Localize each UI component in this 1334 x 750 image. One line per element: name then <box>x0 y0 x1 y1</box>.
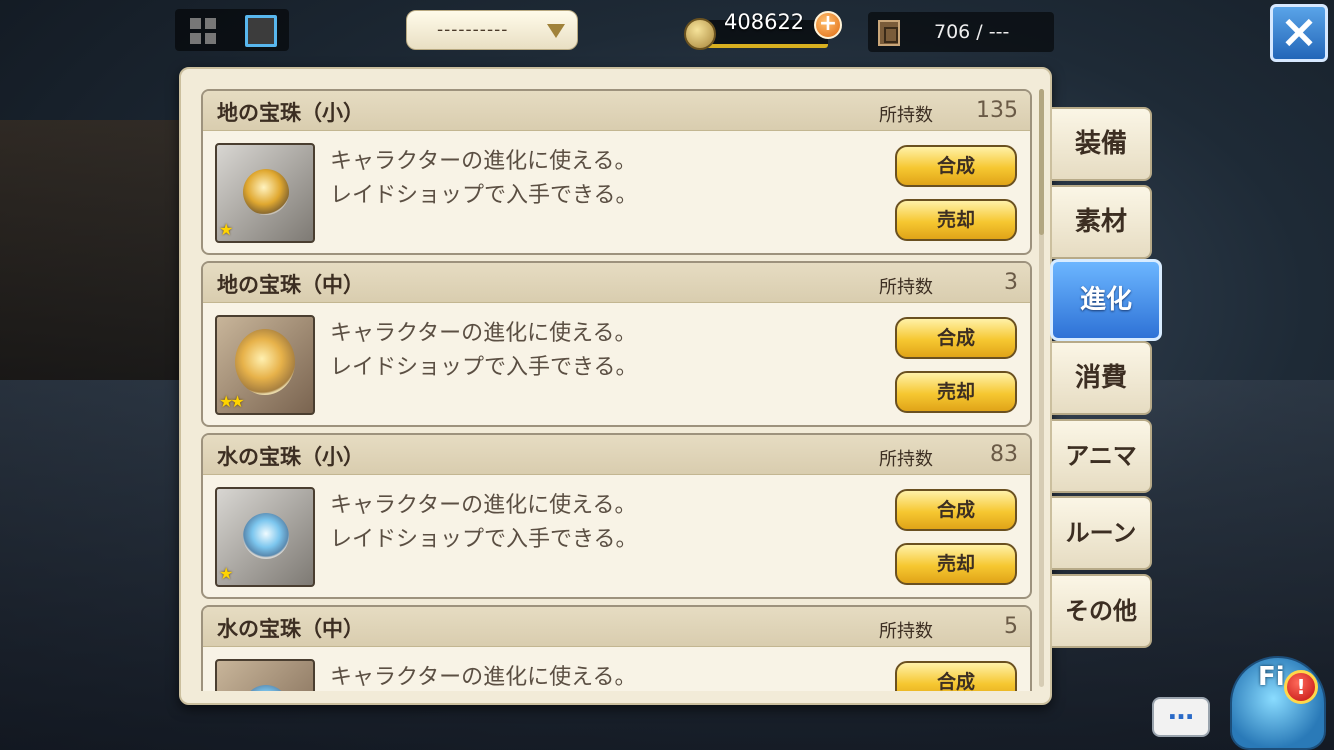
owned-count: 5 <box>1004 614 1018 639</box>
owned-label: 所持数 <box>879 621 933 642</box>
item-description-line: レイドショップで入手できる。 <box>330 355 638 380</box>
rarity-stars: ★ <box>219 220 233 239</box>
item-description: キャラクターの進化に使える。 レイドショップで入手できる。 <box>330 317 638 385</box>
tab-evolution[interactable]: 進化 <box>1050 259 1162 341</box>
alert-icon: ! <box>1284 670 1318 704</box>
view-mode-toggle <box>175 9 289 51</box>
item-description: キャラクターの進化に使える。 レイドショップで入手できる。 <box>330 145 638 213</box>
item-description-line: レイドショップで入手できる。 <box>330 527 638 552</box>
chevron-down-icon <box>547 24 565 38</box>
owned-count: 135 <box>976 98 1018 123</box>
item-description-line: キャラクターの進化に使える。 <box>330 665 637 690</box>
chat-button[interactable]: … <box>1152 697 1210 737</box>
tab-materials[interactable]: 素材 <box>1052 185 1152 259</box>
inventory-icon <box>878 20 900 46</box>
item-card[interactable]: 地の宝珠（小） 所持数 135 ★ キャラクターの進化に使える。 レイドショップ… <box>201 89 1032 255</box>
scrollbar-thumb[interactable] <box>1039 89 1044 235</box>
synthesize-button[interactable]: 合成 <box>895 145 1017 187</box>
tab-other[interactable]: その他 <box>1052 574 1152 648</box>
item-thumbnail[interactable]: ★ <box>215 143 315 243</box>
item-list[interactable]: 地の宝珠（小） 所持数 135 ★ キャラクターの進化に使える。 レイドショップ… <box>201 89 1033 691</box>
rarity-stars: ★ <box>219 564 233 583</box>
synthesize-button[interactable]: 合成 <box>895 317 1017 359</box>
capacity-value: 706 / --- <box>934 21 1010 43</box>
item-card[interactable]: 水の宝珠（小） 所持数 83 ★ キャラクターの進化に使える。 レイドショップで… <box>201 433 1032 599</box>
background-building <box>0 120 180 380</box>
item-description: キャラクターの進化に使える。 レイドショップで入手できる。 <box>330 489 638 557</box>
owned-count: 83 <box>990 442 1018 467</box>
gold-amount: 408622 <box>724 10 805 34</box>
rarity-stars: ★★ <box>219 392 245 411</box>
tab-runes[interactable]: ルーン <box>1052 496 1152 570</box>
earth-orb-icon <box>243 169 289 215</box>
close-button[interactable]: × <box>1270 4 1328 62</box>
owned-count: 3 <box>1004 270 1018 295</box>
item-card-header: 地の宝珠（中） 所持数 3 <box>203 263 1030 303</box>
item-thumbnail[interactable]: ★★ <box>215 315 315 415</box>
gold-counter: 408622 + <box>684 10 846 50</box>
item-thumbnail[interactable]: ★ <box>215 487 315 587</box>
sell-button[interactable]: 売却 <box>895 371 1017 413</box>
item-card[interactable]: 水の宝珠（中） 所持数 5 キャラクターの進化に使える。 合成 <box>201 605 1032 691</box>
item-card-header: 水の宝珠（中） 所持数 5 <box>203 607 1030 647</box>
item-name: 水の宝珠（中） <box>217 617 364 641</box>
inventory-capacity: 706 / --- <box>868 12 1054 52</box>
sell-button[interactable]: 売却 <box>895 543 1017 585</box>
item-card[interactable]: 地の宝珠（中） 所持数 3 ★★ キャラクターの進化に使える。 レイドショップで… <box>201 261 1032 427</box>
tab-anima[interactable]: アニマ <box>1052 419 1152 493</box>
item-thumbnail[interactable] <box>215 659 315 691</box>
item-card-header: 地の宝珠（小） 所持数 135 <box>203 91 1030 131</box>
item-description-line: キャラクターの進化に使える。 <box>330 149 637 174</box>
owned-label: 所持数 <box>879 105 933 126</box>
mascot-label: Fi <box>1258 662 1285 692</box>
synthesize-button[interactable]: 合成 <box>895 489 1017 531</box>
coin-icon <box>684 18 716 50</box>
owned-label: 所持数 <box>879 277 933 298</box>
water-orb-icon <box>243 685 289 691</box>
tab-equipment[interactable]: 装備 <box>1052 107 1152 181</box>
owned-label: 所持数 <box>879 449 933 470</box>
item-description-line: キャラクターの進化に使える。 <box>330 321 637 346</box>
sell-button[interactable]: 売却 <box>895 199 1017 241</box>
mascot-menu-button[interactable]: Fi ! <box>1222 642 1334 750</box>
item-description-line: キャラクターの進化に使える。 <box>330 493 637 518</box>
filter-dropdown[interactable]: ---------- <box>406 10 578 50</box>
item-list-panel: 地の宝珠（小） 所持数 135 ★ キャラクターの進化に使える。 レイドショップ… <box>179 67 1052 705</box>
water-orb-icon <box>243 513 289 559</box>
synthesize-button[interactable]: 合成 <box>895 661 1017 691</box>
earth-orb-icon <box>235 329 295 395</box>
filter-dropdown-value: ---------- <box>437 20 509 40</box>
item-description: キャラクターの進化に使える。 <box>330 661 636 691</box>
item-description-line: レイドショップで入手できる。 <box>330 183 638 208</box>
item-name: 地の宝珠（中） <box>217 273 364 297</box>
add-gold-button[interactable]: + <box>814 11 842 39</box>
tab-consumables[interactable]: 消費 <box>1052 341 1152 415</box>
item-card-header: 水の宝珠（小） 所持数 83 <box>203 435 1030 475</box>
list-view-icon[interactable] <box>245 15 277 47</box>
item-name: 水の宝珠（小） <box>217 445 364 469</box>
list-scrollbar[interactable] <box>1039 89 1044 687</box>
item-name: 地の宝珠（小） <box>217 101 364 125</box>
grid-view-icon[interactable] <box>190 18 216 44</box>
